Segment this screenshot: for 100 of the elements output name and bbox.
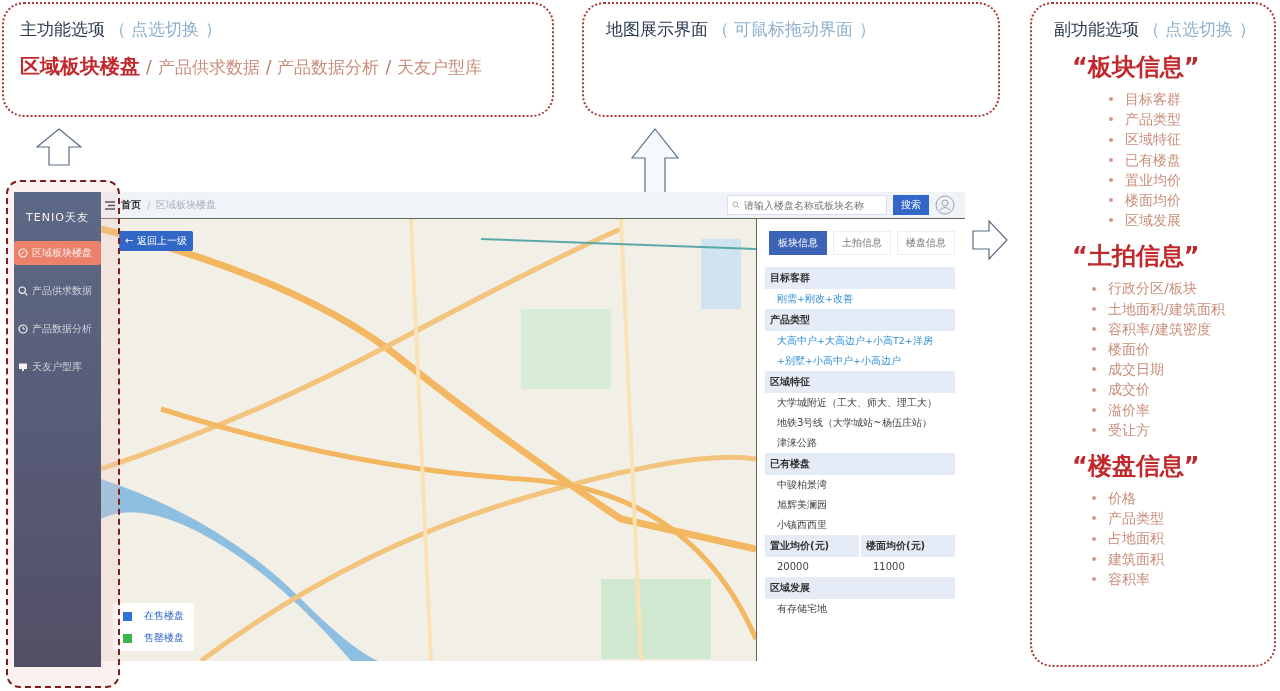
legend-label: 售罄楼盘 [144,631,184,645]
section-text: 旭辉美澜园 [776,498,828,512]
group-heading: “土拍信息” [1072,241,1201,273]
bullet-icon [1092,556,1096,561]
feature-item: 成交日期 [1108,360,1164,380]
feature-item: 区域发展 [1125,211,1181,231]
section-heading: 目标客群 [765,267,955,289]
bullet-icon [1092,496,1096,501]
section-text: 刚需+刚改+改善 [776,292,854,306]
bullet-icon [1109,97,1113,102]
section-text: 大高中户+大高边户+小高T2+洋房 [776,334,934,348]
tab[interactable]: 土拍信息 [833,231,891,255]
bullet-icon [1092,576,1096,581]
section-heading: 置业均价(元) [765,535,859,557]
callout-hint: （ 点选切换 ） [109,18,222,41]
bullet-icon [1092,347,1096,352]
callout-hint: （ 可鼠标拖动界面 ） [712,18,876,41]
logo: TENIO天友 [26,210,89,225]
feature-item: 产品类型 [1108,509,1164,529]
section-text: 津涞公路 [776,436,818,450]
separator: / [385,57,392,77]
feature-item: 楼面价 [1108,340,1150,360]
feature-item: 行政分区/板块 [1108,279,1197,299]
group-heading: “板块信息” [1072,52,1201,83]
bullet-icon [1092,516,1096,521]
nav-item[interactable]: 区域板块楼盘 [14,241,101,265]
section-heading: 已有楼盘 [765,453,955,475]
menu-icon[interactable] [105,200,115,210]
feature-item: 已有楼盘 [1125,150,1181,170]
function-option: 产品供求数据 [157,56,260,79]
bullet-icon [1092,536,1096,541]
feature-item: 容积率 [1108,569,1150,589]
back-button[interactable]: ← 返回上一级 [119,231,193,251]
feature-item: 溢价率 [1108,400,1150,420]
function-option: 天友户型库 [397,56,483,79]
feature-item: 产品类型 [1125,110,1181,130]
callout-hint: （ 点选切换 ） [1143,18,1256,41]
nav-item[interactable]: 产品供求数据 [14,279,101,303]
bullet-icon [1109,157,1113,162]
legend-label: 在售楼盘 [144,609,184,623]
section-text: 小镇西西里 [776,518,828,532]
section-heading: 区域特征 [765,371,955,393]
bullet-icon [1092,407,1096,412]
bullet-icon [1109,218,1113,223]
separator: / [265,57,272,77]
feature-item: 置业均价 [1125,170,1181,190]
bullet-icon [1109,177,1113,182]
nav-item[interactable]: 产品数据分析 [14,317,101,341]
function-option: 产品数据分析 [277,56,380,79]
feature-item: 土地面积/建筑面积 [1108,299,1225,319]
bullet-icon [1092,286,1096,291]
feature-item: 容积率/建筑密度 [1108,319,1211,339]
tab[interactable]: 板块信息 [769,231,827,255]
monitor-icon [18,362,28,372]
feature-item: 成交价 [1108,380,1150,400]
compass-icon [18,248,28,258]
search-button[interactable]: 搜索 [893,195,929,215]
group-heading: “楼盘信息” [1072,451,1201,483]
up-arrow-icon [36,128,82,166]
search-icon [18,286,28,296]
section-text: 有存储宅地 [776,602,828,616]
bullet-icon [1092,326,1096,331]
bullet-icon [1109,198,1113,203]
section-value: 11000 [872,560,906,574]
bullet-icon [1092,367,1096,372]
breadcrumb-separator: / [147,199,151,211]
bullet-icon [1092,427,1096,432]
bullet-icon [1109,117,1113,122]
bullet-icon [1092,387,1096,392]
section-heading: 楼面均价(元) [861,535,955,557]
map-drawing[interactable] [101,219,756,661]
feature-item: 受让方 [1108,420,1150,440]
clock-icon [18,324,28,334]
right-arrow-icon [972,220,1008,260]
bullet-icon [1109,137,1113,142]
breadcrumb-current: 区域板块楼盘 [156,198,217,212]
section-text: +别墅+小高中户+小高边户 [776,354,902,368]
callout-title: 地图展示界面 [606,18,708,41]
callout-title: 副功能选项 [1054,18,1139,41]
bullet-icon [1092,306,1096,311]
feature-item: 楼面均价 [1125,191,1181,210]
section-heading: 区域发展 [765,577,955,599]
section-text: 中骏柏景湾 [776,478,828,492]
search-field[interactable]: 请输入楼盘名称或板块名称 [727,195,887,215]
nav-item[interactable]: 天友户型库 [14,355,101,379]
section-text: 地铁3号线（大学城站~杨伍庄站） [776,416,933,430]
callout-title: 主功能选项 [20,18,105,41]
section-text: 大学城附近（工大、师大、理工大） [776,396,938,410]
feature-item: 占地面积 [1108,529,1164,549]
separator: / [146,57,152,77]
feature-item: 目标客群 [1125,90,1181,109]
avatar-icon[interactable] [935,195,955,215]
feature-item: 建筑面积 [1108,549,1164,569]
section-value: 20000 [776,560,810,574]
feature-item: 区域特征 [1125,130,1181,150]
section-heading: 产品类型 [765,309,955,331]
breadcrumb-link[interactable]: 首页 [121,198,141,212]
function-option: 区域板块楼盘 [20,53,140,80]
search-icon [732,201,740,209]
tab[interactable]: 楼盘信息 [897,231,955,255]
